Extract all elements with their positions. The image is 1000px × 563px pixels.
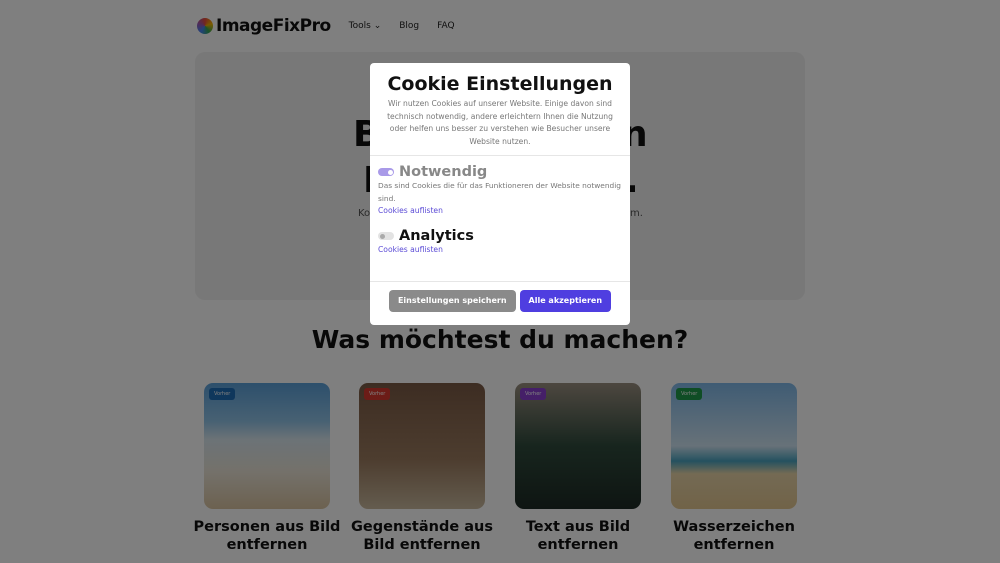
save-settings-button[interactable]: Einstellungen speichern <box>388 290 516 312</box>
section-necessary: Notwendig Das sind Cookies die für das F… <box>370 164 630 217</box>
section-analytics: Analytics Cookies auflisten <box>370 228 630 256</box>
list-cookies-link[interactable]: Cookies auflisten <box>378 205 622 217</box>
divider <box>370 155 630 156</box>
list-cookies-link[interactable]: Cookies auflisten <box>378 244 622 256</box>
cookie-settings-dialog: Cookie Einstellungen Wir nutzen Cookies … <box>370 63 630 325</box>
accept-all-button[interactable]: Alle akzeptieren <box>519 290 612 312</box>
section-title-necessary: Notwendig <box>399 164 488 180</box>
section-title-analytics: Analytics <box>399 228 474 244</box>
dialog-description: Wir nutzen Cookies auf unserer Website. … <box>387 99 613 146</box>
section-description: Das sind Cookies die für das Funktionere… <box>378 181 621 203</box>
analytics-toggle[interactable] <box>378 232 394 240</box>
divider <box>370 281 630 282</box>
dialog-title: Cookie Einstellungen <box>387 73 613 95</box>
necessary-toggle <box>378 168 394 176</box>
